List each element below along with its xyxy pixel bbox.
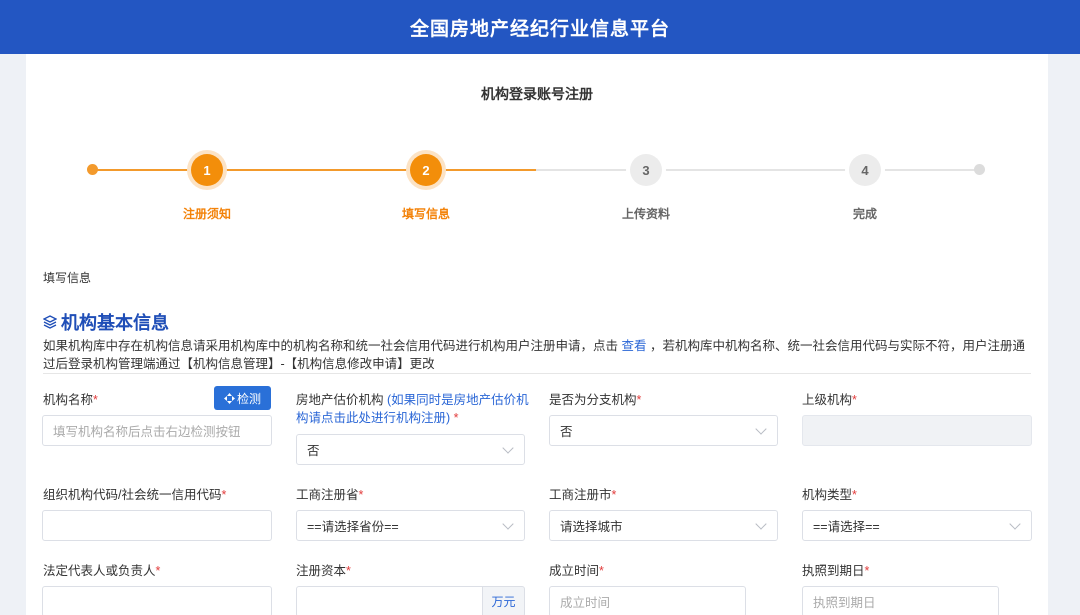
page-title: 机构登录账号注册 (481, 86, 593, 102)
step-3-label: 上传资料 (621, 207, 670, 221)
chevron-down-icon (502, 442, 514, 454)
branch-label: 是否为分支机构* (549, 393, 642, 407)
section-title: 机构基本信息 (61, 313, 169, 333)
license-expiry-input[interactable]: 执照到期日 (802, 586, 999, 615)
move-icon (223, 392, 235, 404)
established-date-input[interactable]: 成立时间 (549, 586, 746, 615)
layers-icon (43, 315, 57, 329)
top-header: 全国房地产经纪行业信息平台 (0, 0, 1080, 54)
step-3-circle: 3 (626, 150, 666, 190)
step-1-circle: 1 (187, 150, 227, 190)
step-1-label: 注册须知 (182, 207, 231, 221)
step-4-label: 完成 (852, 207, 877, 221)
chevron-down-icon (755, 423, 767, 435)
capital-unit: 万元 (483, 586, 525, 615)
legal-rep-label: 法定代表人或负责人* (43, 564, 161, 578)
chevron-down-icon (502, 518, 514, 530)
notice-text: 如果机构库中存在机构信息请采用机构库中的机构名称和统一社会信用代码进行机构用户注… (43, 339, 1025, 371)
capital-input[interactable] (296, 586, 483, 615)
license-expiry-label: 执照到期日* (802, 564, 870, 578)
appraisal-label: 房地产估价机构 (如果同时是房地产估价机构请点击此处进行机构注册) * (296, 393, 529, 425)
capital-label: 注册资本* (296, 564, 351, 578)
progress-start-dot (87, 164, 98, 175)
progress-line-done (92, 169, 536, 171)
org-type-select[interactable]: ==请选择== (802, 510, 1032, 541)
progress-steps: 1 2 3 4 注册须知 填写信息 上传资料 完成 (26, 150, 1048, 230)
progress-end-dot (974, 164, 985, 175)
breadcrumb: 填写信息 (43, 271, 92, 285)
city-select[interactable]: 请选择城市 (549, 510, 778, 541)
org-type-label: 机构类型* (802, 488, 857, 502)
section-header: 机构基本信息 (43, 309, 169, 335)
appraisal-select[interactable]: 否 (296, 434, 525, 465)
step-2-circle: 2 (406, 150, 446, 190)
step-2-label: 填写信息 (401, 207, 450, 221)
branch-select[interactable]: 否 (549, 415, 778, 446)
view-org-library-link[interactable]: 查看 (621, 339, 646, 353)
platform-title: 全国房地产经纪行业信息平台 (409, 18, 670, 40)
province-label: 工商注册省* (296, 488, 364, 502)
parent-org-label: 上级机构* (802, 393, 857, 407)
credit-code-label: 组织机构代码/社会统一信用代码* (43, 488, 227, 502)
established-label: 成立时间* (549, 564, 604, 578)
province-select[interactable]: ==请选择省份== (296, 510, 525, 541)
credit-code-input[interactable] (42, 510, 272, 541)
progress-line-pending (536, 169, 980, 171)
org-name-label: 机构名称* (43, 393, 98, 407)
registration-card: 机构登录账号注册 1 2 3 4 注册须知 填写信息 上传资料 完成 填写信息 … (26, 54, 1048, 615)
detect-button[interactable]: 检测 (214, 386, 271, 410)
org-name-input[interactable]: 填写机构名称后点击右边检测按钮 (42, 415, 272, 446)
city-label: 工商注册市* (549, 488, 617, 502)
chevron-down-icon (1009, 518, 1021, 530)
section-divider (43, 373, 1031, 374)
parent-org-input (802, 415, 1032, 446)
legal-rep-input[interactable] (42, 586, 272, 615)
step-4-circle: 4 (845, 150, 885, 190)
chevron-down-icon (755, 518, 767, 530)
